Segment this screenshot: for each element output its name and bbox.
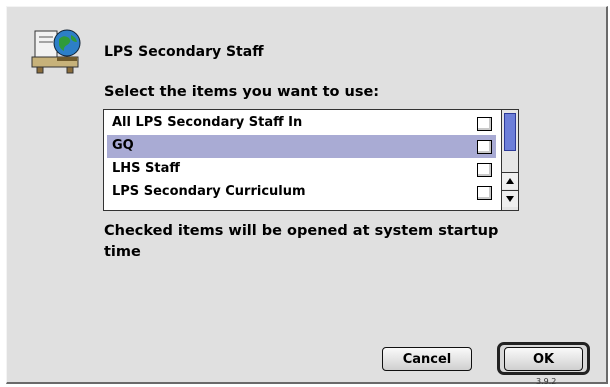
scroll-down-button[interactable] xyxy=(502,190,518,207)
arrow-up-icon xyxy=(506,178,514,184)
arrow-down-icon xyxy=(506,196,514,202)
dialog-title: LPS Secondary Staff xyxy=(104,44,264,60)
ok-button[interactable]: OK xyxy=(504,347,583,371)
list-item-selected[interactable]: GQ xyxy=(107,135,496,158)
list-item-checkbox[interactable] xyxy=(477,163,492,177)
list-item[interactable]: All LPS Secondary Staff In xyxy=(107,112,496,135)
vertical-scrollbar[interactable] xyxy=(501,110,518,210)
list-item-label: LHS Staff xyxy=(112,161,180,176)
list-item-checkbox[interactable] xyxy=(477,117,492,131)
cancel-button[interactable]: Cancel xyxy=(382,347,472,371)
list-item[interactable]: LPS Secondary Curriculum xyxy=(107,181,496,204)
list-item-label: All LPS Secondary Staff In xyxy=(112,115,303,130)
login-items-dialog: LPS Secondary Staff Select the items you… xyxy=(6,6,608,386)
items-list-body: All LPS Secondary Staff In GQ LHS Staff … xyxy=(107,112,496,208)
network-globe-icon xyxy=(31,29,81,74)
list-item-checkbox[interactable] xyxy=(477,140,492,154)
list-item-label: GQ xyxy=(112,138,134,153)
version-label: 3.9.2 xyxy=(536,377,557,386)
list-item-checkbox[interactable] xyxy=(477,186,492,200)
default-button-ring: OK xyxy=(497,342,590,375)
list-item[interactable]: LHS Staff xyxy=(107,158,496,181)
dialog-prompt: Select the items you want to use: xyxy=(104,84,380,100)
scroll-up-button[interactable] xyxy=(502,172,518,189)
list-item-label: LPS Secondary Curriculum xyxy=(112,184,306,199)
scroll-thumb[interactable] xyxy=(504,113,516,151)
items-list[interactable]: All LPS Secondary Staff In GQ LHS Staff … xyxy=(103,109,519,211)
startup-note: Checked items will be opened at system s… xyxy=(104,223,499,260)
